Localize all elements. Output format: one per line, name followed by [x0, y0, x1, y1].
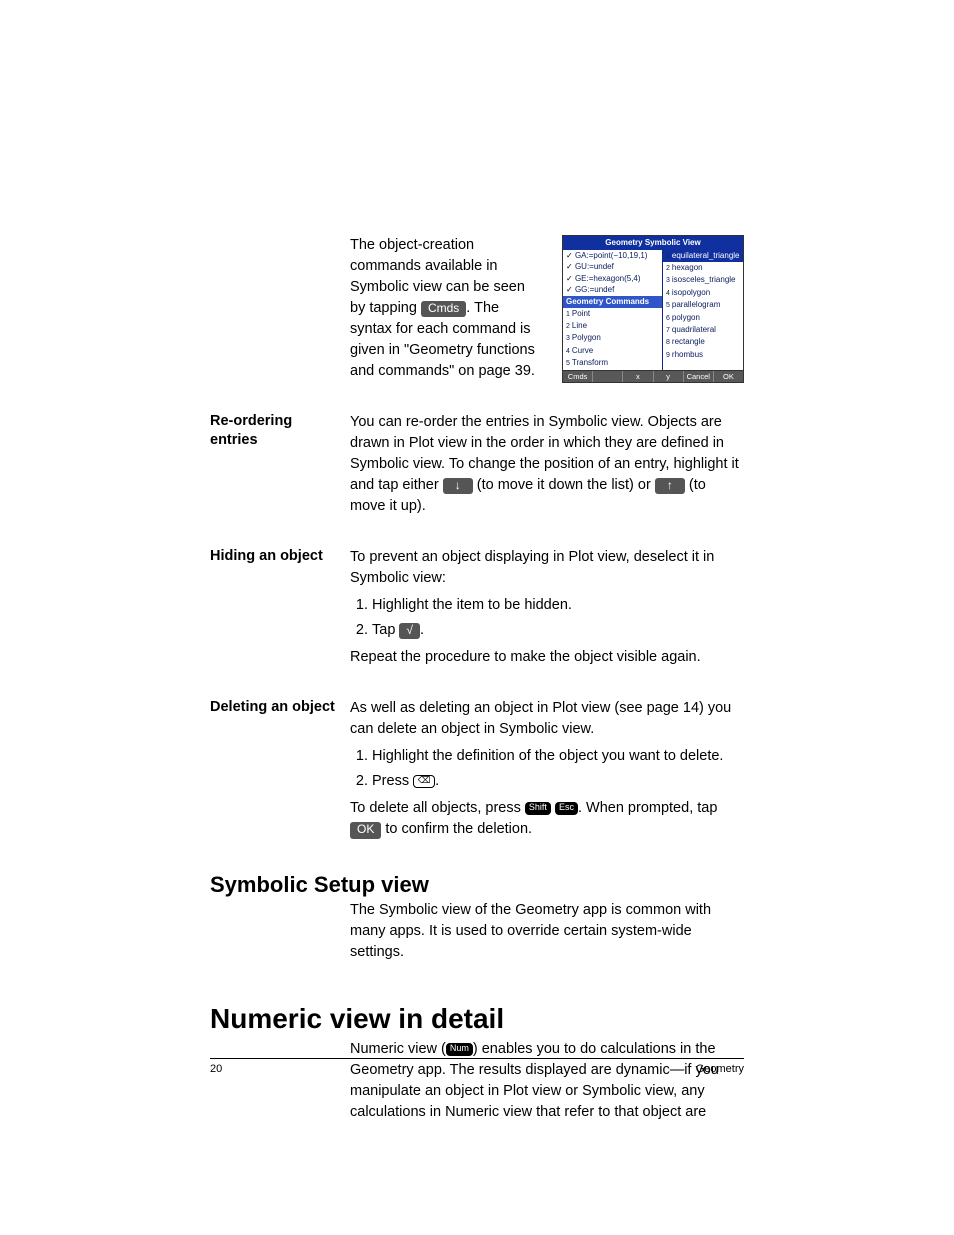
down-arrow-softkey: ↓ [443, 478, 473, 494]
fig-cmd: Line [563, 320, 662, 332]
delete-all-paragraph: To delete all objects, press Shift Esc. … [350, 798, 744, 840]
fig-footer-btn [593, 371, 623, 382]
symbolic-view-screenshot: Geometry Symbolic View GA:=point(−10,19,… [562, 235, 744, 383]
figure-footer: Cmds x y Cancel OK [563, 370, 743, 382]
footer-section: Geometry [696, 1063, 744, 1075]
fig-rcmd: quadrilateral [663, 324, 743, 336]
up-arrow-softkey: ↑ [655, 478, 685, 494]
hide-steps: Highlight the item to be hidden. Tap √. [350, 595, 744, 641]
fig-subtitle: Geometry Commands [563, 296, 662, 308]
fig-cmd: Point [563, 308, 662, 320]
fig-footer-btn: Cancel [684, 371, 714, 382]
intro-paragraph: The object-creation commands available i… [350, 235, 544, 382]
hide-outro: Repeat the procedure to make the object … [350, 647, 744, 668]
hide-step1: Highlight the item to be hidden. [372, 595, 744, 616]
hide-step2: Tap √. [372, 620, 744, 641]
heading-deleting: Deleting an object [210, 698, 340, 717]
symsetup-body: The Symbolic view of the Geometry app is… [350, 900, 744, 963]
fig-footer-btn: Cmds [563, 371, 593, 382]
shift-key-icon: Shift [525, 802, 551, 815]
backspace-key-icon: ⌫ [413, 775, 435, 788]
fig-footer-btn: x [623, 371, 653, 382]
fig-rcmd: rhombus [663, 349, 743, 361]
fig-cmd: Curve [563, 345, 662, 357]
heading-symbolic-setup: Symbolic Setup view [210, 872, 744, 898]
fig-rcmd: parallelogram [663, 299, 743, 311]
heading-numeric-detail: Numeric view in detail [210, 1003, 744, 1035]
num-key-icon: Num [446, 1043, 473, 1056]
reorder-paragraph: You can re-order the entries in Symbolic… [350, 412, 744, 517]
numeric-body: Numeric view (Num) enables you to do cal… [350, 1039, 744, 1123]
ok-softkey: OK [350, 822, 381, 838]
fig-rcmd: equilateral_triangle [663, 250, 743, 262]
fig-cmd: Polygon [563, 332, 662, 344]
fig-entry: GU:=undef [563, 261, 662, 273]
heading-hiding: Hiding an object [210, 547, 340, 566]
fig-cmd: Transform [563, 357, 662, 369]
page-footer: 20 Geometry [210, 1058, 744, 1075]
page-number: 20 [210, 1063, 222, 1075]
fig-footer-btn: y [654, 371, 684, 382]
fig-rcmd: isosceles_triangle [663, 274, 743, 286]
heading-reordering: Re-ordering entries [210, 412, 340, 450]
fig-rcmd: polygon [663, 312, 743, 324]
fig-rcmd: isopolygon [663, 287, 743, 299]
delete-step1: Highlight the definition of the object y… [372, 746, 744, 767]
fig-rcmd: hexagon [663, 262, 743, 274]
fig-entry: GG:=undef [563, 284, 662, 296]
figure-title: Geometry Symbolic View [563, 236, 743, 250]
fig-entry: GA:=point(−10,19,1) [563, 250, 662, 262]
fig-footer-btn: OK [714, 371, 743, 382]
hide-intro: To prevent an object displaying in Plot … [350, 547, 744, 589]
fig-rcmd: rectangle [663, 336, 743, 348]
delete-intro: As well as deleting an object in Plot vi… [350, 698, 744, 740]
check-softkey: √ [399, 623, 420, 639]
cmds-softkey: Cmds [421, 301, 466, 317]
delete-step2: Press ⌫. [372, 771, 744, 792]
delete-steps: Highlight the definition of the object y… [350, 746, 744, 792]
reorder-mid: (to move it down the list) or [473, 477, 655, 493]
fig-entry: GE:=hexagon(5,4) [563, 273, 662, 285]
esc-key-icon: Esc [555, 802, 578, 815]
